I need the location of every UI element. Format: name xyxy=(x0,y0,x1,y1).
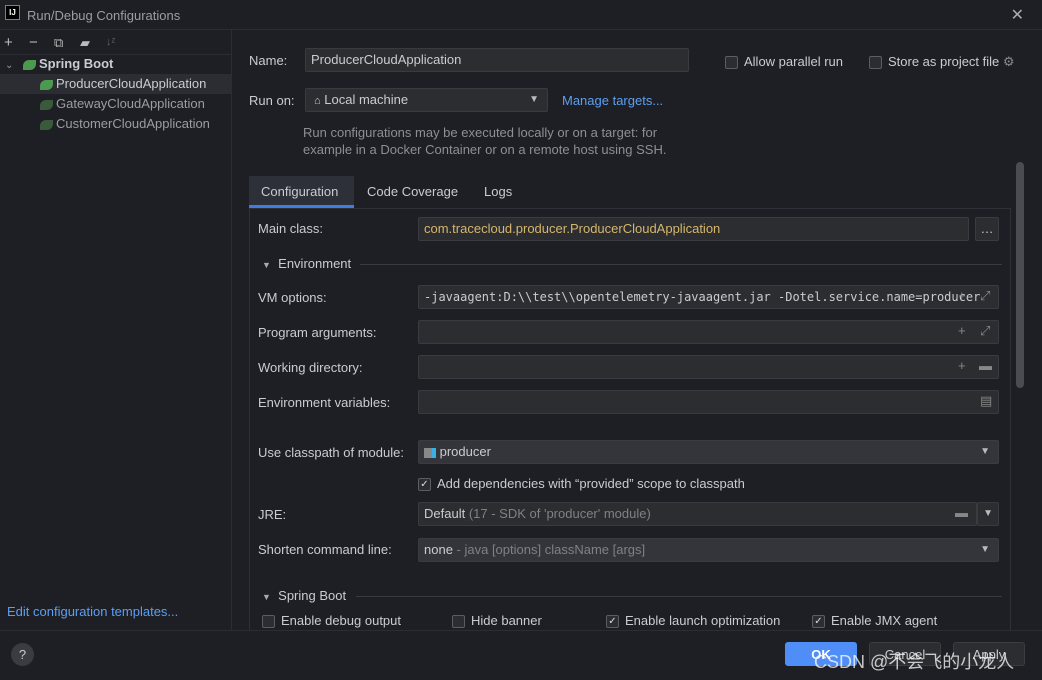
environment-variables-label: Environment variables: xyxy=(258,395,391,410)
expand-icon[interactable]: ⤢ xyxy=(980,288,990,304)
vm-options-input[interactable]: -javaagent:D:\\test\\opentelemetry-javaa… xyxy=(418,285,999,309)
sort-icon[interactable]: ↓ᶻ xyxy=(106,36,115,48)
program-arguments-label: Program arguments: xyxy=(258,325,377,340)
folder-icon[interactable]: ▬ xyxy=(979,358,992,373)
tree-item-gateway[interactable]: GatewayCloudApplication xyxy=(0,94,232,114)
working-directory-input[interactable] xyxy=(418,355,999,379)
add-dependencies-checkbox[interactable]: ✓ Add dependencies with “provided” scope … xyxy=(418,476,745,492)
edit-configuration-templates-link[interactable]: Edit configuration templates... xyxy=(7,604,178,619)
hide-banner-checkbox[interactable]: Hide banner xyxy=(452,613,542,629)
add-icon[interactable]: + xyxy=(958,358,966,373)
run-on-hint: Run configurations may be executed local… xyxy=(303,125,667,157)
scrollbar[interactable] xyxy=(1016,162,1024,388)
spring-boot-icon xyxy=(40,119,53,130)
run-on-label: Run on: xyxy=(249,93,295,108)
intellij-logo-icon: IJ xyxy=(5,5,20,20)
program-arguments-input[interactable] xyxy=(418,320,999,344)
tab-code-coverage[interactable]: Code Coverage xyxy=(355,176,470,208)
browse-button[interactable]: … xyxy=(975,217,999,241)
gear-icon: ⚙ xyxy=(1002,54,1015,69)
help-button[interactable]: ? xyxy=(11,643,34,666)
close-icon[interactable]: ✕ xyxy=(1011,5,1024,25)
document-icon[interactable]: ▤ xyxy=(980,393,992,409)
tree-item-customer[interactable]: CustomerCloudApplication xyxy=(0,114,232,134)
jre-input[interactable]: Default (17 - SDK of 'producer' module) xyxy=(418,502,977,526)
add-icon[interactable]: + xyxy=(958,323,966,338)
classpath-label: Use classpath of module: xyxy=(258,445,404,460)
working-directory-label: Working directory: xyxy=(258,360,363,375)
main-class-input[interactable]: com.tracecloud.producer.ProducerCloudApp… xyxy=(418,217,969,241)
tree-group-spring-boot[interactable]: ⌄ Spring Boot xyxy=(0,54,232,74)
classpath-dropdown[interactable]: producer ▼ xyxy=(418,440,999,464)
environment-variables-input[interactable] xyxy=(418,390,999,414)
main-class-label: Main class: xyxy=(258,221,324,236)
spring-boot-icon xyxy=(23,59,37,70)
spring-boot-icon xyxy=(40,79,53,90)
tree-item-producer[interactable]: ProducerCloudApplication xyxy=(0,74,232,94)
window-title: Run/Debug Configurations xyxy=(27,8,181,23)
spring-boot-section[interactable]: ▼ Spring Boot xyxy=(262,588,346,603)
launch-optimization-checkbox[interactable]: ✓ Enable launch optimization xyxy=(606,613,780,629)
add-icon[interactable]: + xyxy=(4,34,13,51)
manage-targets-link[interactable]: Manage targets... xyxy=(562,93,663,108)
chevron-down-icon: ⌄ xyxy=(5,60,14,71)
store-project-checkbox[interactable]: Store as project file ⚙ xyxy=(869,54,1015,70)
vm-options-label: VM options: xyxy=(258,290,327,305)
environment-section[interactable]: ▼ Environment xyxy=(262,256,351,271)
shorten-command-label: Shorten command line: xyxy=(258,542,392,557)
tab-configuration[interactable]: Configuration xyxy=(249,176,354,208)
jmx-agent-checkbox[interactable]: ✓ Enable JMX agent xyxy=(812,613,937,629)
new-folder-icon[interactable]: ▰ xyxy=(80,35,90,51)
folder-icon[interactable]: ▬ xyxy=(955,505,968,520)
jre-label: JRE: xyxy=(258,507,287,522)
remove-icon[interactable]: − xyxy=(29,34,38,51)
home-icon: ⌂ xyxy=(314,95,321,107)
watermark: CSDN @不会飞的小龙人 xyxy=(814,652,1015,672)
title-bar: IJ Run/Debug Configurations ✕ xyxy=(0,0,1042,30)
allow-parallel-checkbox[interactable]: Allow parallel run xyxy=(725,54,843,70)
copy-icon[interactable]: ⧉ xyxy=(54,35,63,51)
configuration-panel xyxy=(249,208,1011,638)
shorten-command-dropdown[interactable]: none - java [options] className [args] ▼ xyxy=(418,538,999,562)
spring-boot-icon xyxy=(40,99,53,110)
jre-dropdown-button[interactable]: ▼ xyxy=(977,502,999,526)
name-label: Name: xyxy=(249,53,288,68)
tab-logs[interactable]: Logs xyxy=(472,176,524,208)
add-icon[interactable]: + xyxy=(958,288,966,303)
name-input[interactable]: ProducerCloudApplication xyxy=(305,48,689,72)
debug-output-checkbox[interactable]: Enable debug output xyxy=(262,613,401,629)
run-on-dropdown[interactable]: ⌂ Local machine ▼ xyxy=(305,88,548,112)
expand-icon[interactable]: ⤢ xyxy=(980,323,990,339)
module-icon xyxy=(424,447,436,458)
